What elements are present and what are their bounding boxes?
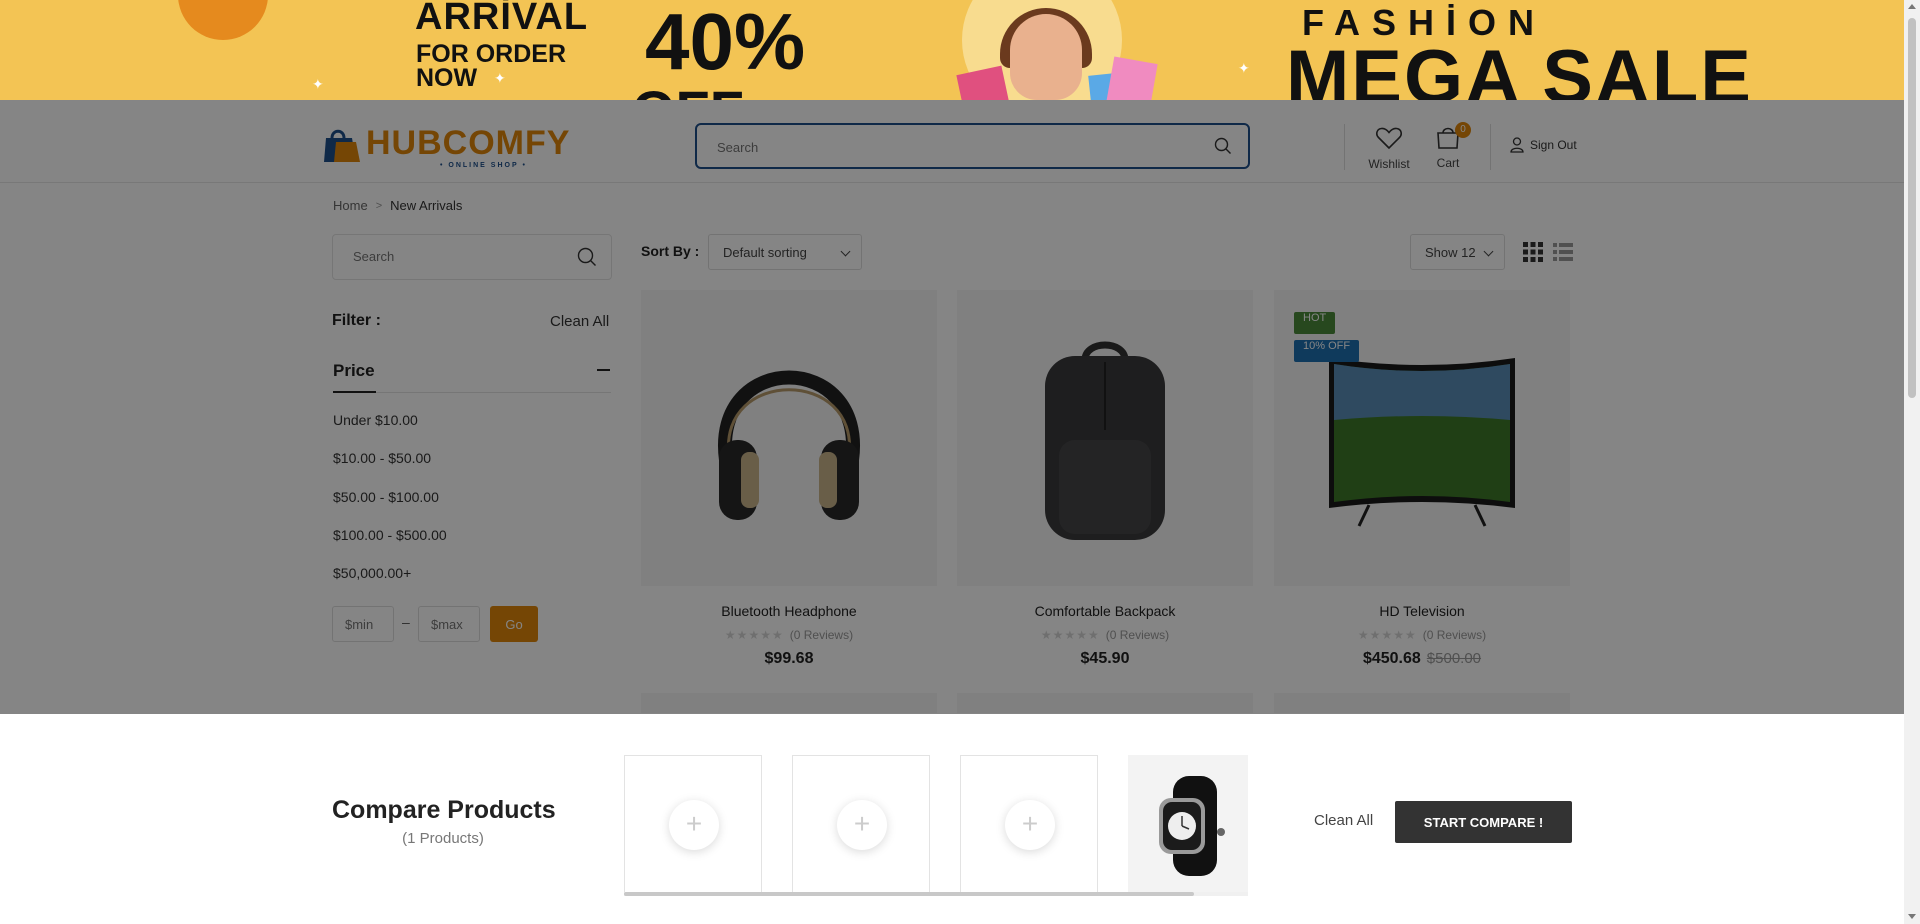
shopping-bag-illustration <box>956 65 1010 100</box>
model-face-illustration <box>1010 14 1082 100</box>
shopping-bag-illustration <box>1106 56 1158 100</box>
sparkle-icon: ✦ <box>312 76 324 92</box>
compare-products-panel: Compare Products (1 Products) + + + Clea… <box>0 714 1904 924</box>
banner-off-text: OFF <box>632 78 744 100</box>
compare-clean-all-link[interactable]: Clean All <box>1314 812 1373 829</box>
promo-banner[interactable]: ✦ ✦ ✦ ARRİVAL FOR ORDER NOW 40% OFF FASH… <box>0 0 1920 100</box>
scroll-up-arrow-icon[interactable] <box>1908 4 1916 9</box>
add-plus-icon[interactable]: + <box>1005 800 1055 850</box>
compare-slot-empty[interactable]: + <box>624 755 762 893</box>
start-compare-button[interactable]: START COMPARE ! <box>1395 801 1572 843</box>
compare-slot-smartwatch[interactable] <box>1128 755 1248 893</box>
sparkle-icon: ✦ <box>494 70 506 86</box>
compare-slot-empty[interactable]: + <box>960 755 1098 893</box>
banner-percent-text: 40% <box>645 0 806 86</box>
banner-decoration <box>178 0 268 40</box>
banner-arrival-text: ARRİVAL <box>415 0 589 38</box>
banner-now-text: NOW <box>416 64 478 92</box>
compare-scrollbar-thumb[interactable] <box>624 892 1194 896</box>
smartwatch-image <box>1159 776 1225 876</box>
sparkle-icon: ✦ <box>1238 60 1250 76</box>
scroll-down-arrow-icon[interactable] <box>1908 914 1916 919</box>
compare-count: (1 Products) <box>402 830 484 847</box>
page-scrollbar-thumb[interactable] <box>1908 18 1916 398</box>
compare-title: Compare Products <box>332 796 556 824</box>
banner-mega-sale-text: MEGA SALE <box>1286 35 1753 100</box>
modal-backdrop[interactable] <box>0 100 1920 714</box>
add-plus-icon[interactable]: + <box>837 800 887 850</box>
add-plus-icon[interactable]: + <box>669 800 719 850</box>
compare-slot-empty[interactable]: + <box>792 755 930 893</box>
